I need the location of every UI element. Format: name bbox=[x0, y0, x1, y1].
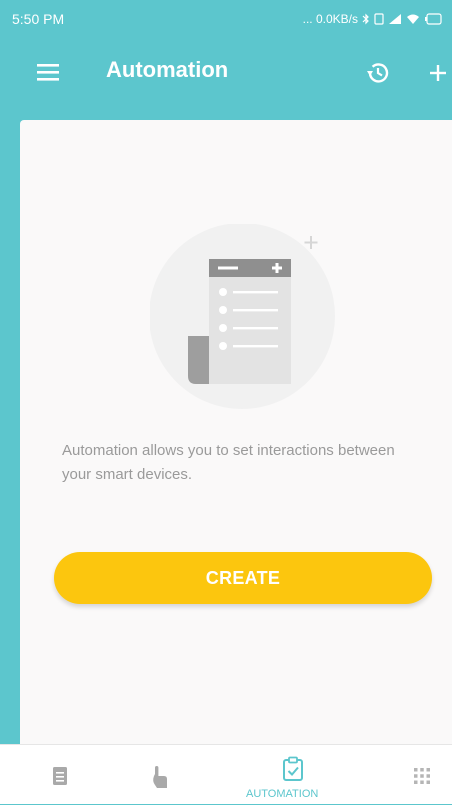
nav-item-scenes[interactable] bbox=[122, 745, 194, 805]
status-indicators: ... 0.0KB/s bbox=[303, 12, 442, 26]
app-bar: Automation bbox=[0, 37, 452, 109]
page-title: Automation bbox=[106, 57, 229, 82]
create-button[interactable]: CREATE bbox=[54, 552, 432, 604]
status-bar: 5:50 PM ... 0.0KB/s bbox=[0, 0, 452, 37]
grid-icon bbox=[414, 768, 430, 784]
sim-icon bbox=[374, 12, 384, 25]
nav-label-automation: AUTOMATION bbox=[246, 788, 319, 800]
history-icon bbox=[367, 63, 389, 83]
network-speed: ... 0.0KB/s bbox=[302, 11, 358, 26]
add-button[interactable] bbox=[424, 59, 452, 87]
touch-icon bbox=[153, 766, 167, 788]
bottom-navigation: AUTOMATION bbox=[0, 744, 452, 804]
empty-state-card: Automation allows you to set interaction… bbox=[20, 120, 452, 744]
status-time: 5:50 PM bbox=[12, 10, 65, 27]
wifi-icon bbox=[406, 13, 420, 25]
battery-icon bbox=[424, 12, 442, 25]
nav-item-devices[interactable] bbox=[22, 745, 94, 805]
list-icon bbox=[53, 767, 67, 785]
menu-icon bbox=[37, 64, 59, 81]
clipboard-check-icon bbox=[283, 756, 303, 781]
signal-icon bbox=[388, 13, 402, 25]
bluetooth-icon bbox=[362, 13, 370, 25]
plus-icon bbox=[430, 65, 446, 81]
nav-item-more[interactable] bbox=[388, 745, 448, 805]
menu-button[interactable] bbox=[36, 62, 64, 84]
automation-illustration bbox=[150, 224, 335, 409]
history-button[interactable] bbox=[364, 59, 392, 87]
nav-item-automation[interactable]: AUTOMATION bbox=[246, 745, 340, 805]
empty-state-description: Automation allows you to set interaction… bbox=[62, 442, 395, 483]
